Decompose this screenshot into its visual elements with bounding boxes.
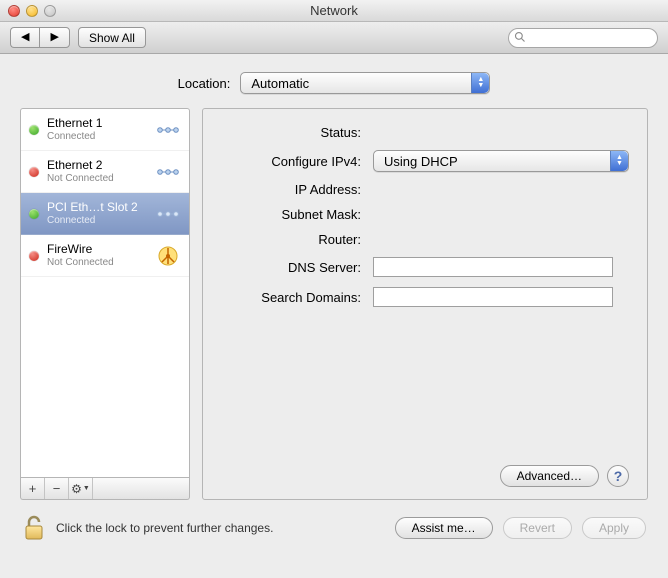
close-window-button[interactable] bbox=[8, 5, 20, 17]
sidebar-item-name: Ethernet 2 bbox=[47, 158, 147, 173]
location-popup[interactable]: Automatic ▲▼ bbox=[240, 72, 490, 94]
search-domains-input[interactable] bbox=[373, 287, 613, 307]
forward-button[interactable]: ▶ bbox=[39, 27, 69, 48]
lock-icon[interactable] bbox=[22, 514, 46, 542]
location-label: Location: bbox=[178, 76, 231, 91]
configure-ipv4-value: Using DHCP bbox=[384, 154, 458, 169]
show-all-button[interactable]: Show All bbox=[78, 27, 146, 48]
gear-icon: ⚙ bbox=[71, 482, 82, 496]
bottom-bar: Click the lock to prevent further change… bbox=[0, 500, 668, 542]
popup-arrows-icon: ▲▼ bbox=[471, 73, 489, 93]
sidebar-item-pci-ethernet[interactable]: PCI Eth…t Slot 2 Connected bbox=[21, 193, 189, 235]
status-dot-icon bbox=[29, 251, 39, 261]
sidebar-item-status: Not Connected bbox=[47, 173, 147, 186]
search-domains-label: Search Domains: bbox=[221, 290, 361, 305]
configure-ipv4-popup[interactable]: Using DHCP ▲▼ bbox=[373, 150, 629, 172]
status-dot-icon bbox=[29, 167, 39, 177]
firewire-icon bbox=[155, 243, 181, 269]
configure-ipv4-label: Configure IPv4: bbox=[221, 154, 361, 169]
add-interface-button[interactable]: + bbox=[21, 478, 45, 499]
assist-me-button[interactable]: Assist me… bbox=[395, 517, 493, 539]
sidebar-item-firewire[interactable]: FireWire Not Connected bbox=[21, 235, 189, 277]
sidebar-footer-spacer bbox=[93, 478, 189, 499]
subnet-mask-label: Subnet Mask: bbox=[221, 207, 361, 222]
location-row: Location: Automatic ▲▼ bbox=[0, 54, 668, 108]
minimize-window-button[interactable] bbox=[26, 5, 38, 17]
remove-interface-button[interactable]: − bbox=[45, 478, 69, 499]
advanced-button[interactable]: Advanced… bbox=[500, 465, 599, 487]
search-input[interactable] bbox=[508, 28, 658, 48]
content: Location: Automatic ▲▼ Ethernet 1 Connec… bbox=[0, 54, 668, 542]
sidebar: Ethernet 1 Connected Ethernet 2 Not Conn… bbox=[20, 108, 190, 500]
window-title: Network bbox=[0, 3, 668, 18]
sidebar-item-name: PCI Eth…t Slot 2 bbox=[47, 200, 147, 215]
apply-button[interactable]: Apply bbox=[582, 517, 646, 539]
form-grid: Status: Configure IPv4: Using DHCP ▲▼ IP… bbox=[221, 125, 629, 307]
interface-list: Ethernet 1 Connected Ethernet 2 Not Conn… bbox=[20, 108, 190, 478]
back-arrow-icon: ◀ bbox=[21, 32, 29, 43]
ethernet-icon bbox=[155, 117, 181, 143]
chevron-down-icon: ▼ bbox=[83, 485, 90, 492]
revert-button[interactable]: Revert bbox=[503, 517, 572, 539]
sidebar-footer: + − ⚙▼ bbox=[20, 478, 190, 500]
interface-actions-button[interactable]: ⚙▼ bbox=[69, 478, 93, 499]
popup-arrows-icon: ▲▼ bbox=[610, 151, 628, 171]
detail-panel: Status: Configure IPv4: Using DHCP ▲▼ IP… bbox=[202, 108, 648, 500]
lock-text: Click the lock to prevent further change… bbox=[56, 521, 273, 535]
sidebar-item-status: Not Connected bbox=[47, 257, 147, 270]
search-icon bbox=[514, 31, 526, 43]
dns-server-label: DNS Server: bbox=[221, 260, 361, 275]
panes: Ethernet 1 Connected Ethernet 2 Not Conn… bbox=[0, 108, 668, 500]
detail-footer: Advanced… ? bbox=[221, 465, 629, 487]
location-value: Automatic bbox=[251, 76, 309, 91]
router-label: Router: bbox=[221, 232, 361, 247]
sidebar-item-name: Ethernet 1 bbox=[47, 116, 147, 131]
dns-server-input[interactable] bbox=[373, 257, 613, 277]
zoom-window-button[interactable] bbox=[44, 5, 56, 17]
sidebar-item-ethernet-1[interactable]: Ethernet 1 Connected bbox=[21, 109, 189, 151]
status-label: Status: bbox=[221, 125, 361, 140]
sidebar-item-ethernet-2[interactable]: Ethernet 2 Not Connected bbox=[21, 151, 189, 193]
nav-buttons: ◀ ▶ bbox=[10, 27, 70, 48]
sidebar-item-name: FireWire bbox=[47, 242, 147, 257]
sidebar-item-status: Connected bbox=[47, 215, 147, 228]
help-button[interactable]: ? bbox=[607, 465, 629, 487]
status-dot-icon bbox=[29, 209, 39, 219]
title-bar: Network bbox=[0, 0, 668, 22]
traffic-lights bbox=[8, 5, 56, 17]
back-button[interactable]: ◀ bbox=[10, 27, 39, 48]
toolbar: ◀ ▶ Show All bbox=[0, 22, 668, 54]
ip-address-label: IP Address: bbox=[221, 182, 361, 197]
ethernet-icon bbox=[155, 201, 181, 227]
sidebar-item-status: Connected bbox=[47, 131, 147, 144]
forward-arrow-icon: ▶ bbox=[50, 32, 58, 43]
status-dot-icon bbox=[29, 125, 39, 135]
ethernet-icon bbox=[155, 159, 181, 185]
search-field-wrap bbox=[508, 28, 658, 48]
